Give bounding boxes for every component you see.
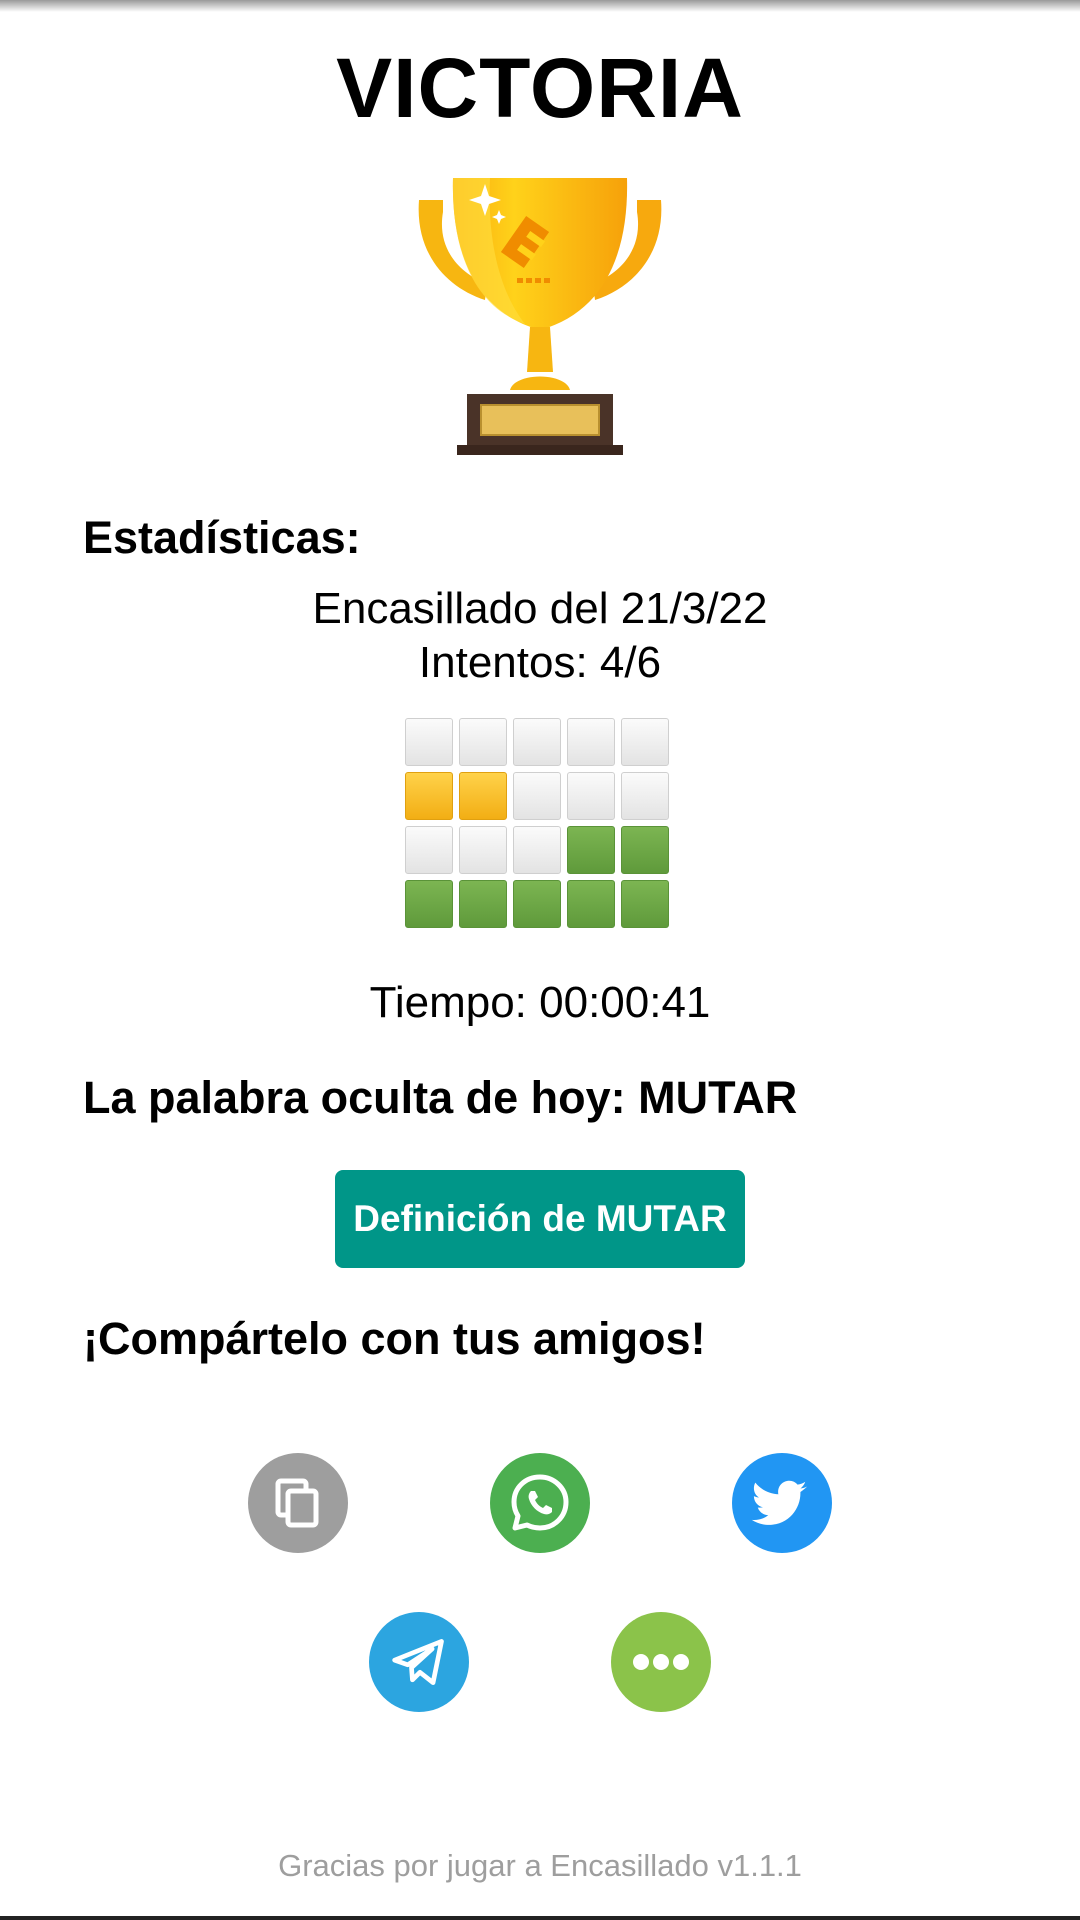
telegram-icon <box>392 1639 444 1685</box>
grid-tile-empty <box>459 826 507 874</box>
trophy-icon <box>418 178 662 455</box>
grid-tile-empty <box>621 772 669 820</box>
grid-tile-empty <box>405 718 453 766</box>
grid-tile-present <box>459 772 507 820</box>
grid-tile-correct <box>621 880 669 928</box>
grid-tile-correct <box>459 880 507 928</box>
grid-tile-empty <box>513 826 561 874</box>
footer-text: Gracias por jugar a Encasillado v1.1.1 <box>278 1848 802 1883</box>
grid-tile-correct <box>567 826 615 874</box>
stats-date: Encasillado del 21/3/22 <box>312 584 768 633</box>
grid-tile-empty <box>621 718 669 766</box>
share-heading: ¡Compártelo con tus amigos! <box>83 1313 706 1364</box>
grid-tile-correct <box>567 880 615 928</box>
bottom-divider <box>0 1916 1080 1920</box>
grid-tile-empty <box>459 718 507 766</box>
grid-tile-empty <box>405 826 453 874</box>
more-button[interactable] <box>611 1612 711 1712</box>
grid-tile-correct <box>405 880 453 928</box>
copy-button[interactable] <box>248 1453 348 1553</box>
whatsapp-icon <box>511 1474 569 1531</box>
more-icon <box>633 1654 689 1670</box>
grid-tile-correct <box>621 826 669 874</box>
definition-button[interactable]: Definición de MUTAR <box>335 1170 745 1268</box>
top-shadow <box>0 0 1080 12</box>
telegram-button[interactable] <box>369 1612 469 1712</box>
grid-tile-correct <box>513 880 561 928</box>
stats-attempts: Intentos: 4/6 <box>418 638 662 687</box>
stats-heading: Estadísticas: <box>83 512 361 563</box>
whatsapp-button[interactable] <box>490 1453 590 1553</box>
grid-tile-empty <box>567 718 615 766</box>
stats-time: Tiempo: 00:00:41 <box>369 978 711 1027</box>
grid-tile-empty <box>567 772 615 820</box>
result-grid <box>405 718 675 928</box>
grid-tile-empty <box>513 772 561 820</box>
copy-icon <box>275 1478 319 1528</box>
grid-tile-present <box>405 772 453 820</box>
twitter-icon <box>751 1480 808 1525</box>
twitter-button[interactable] <box>732 1453 832 1553</box>
page-title: VICTORIA <box>336 41 744 135</box>
grid-tile-empty <box>513 718 561 766</box>
hidden-word-heading: La palabra oculta de hoy: MUTAR <box>83 1072 798 1123</box>
